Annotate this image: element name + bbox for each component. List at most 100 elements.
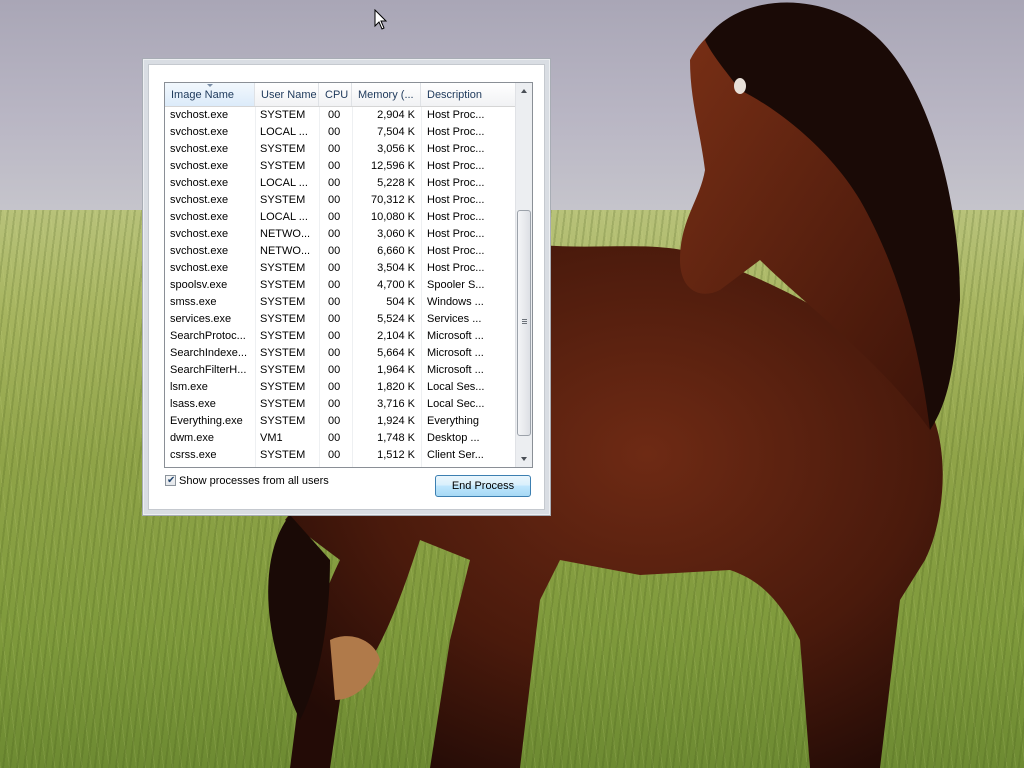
process-image-name: smss.exe [170,296,217,308]
column-header-user-name[interactable]: User Name [255,83,319,106]
process-user-name: SYSTEM [260,449,306,461]
process-image-name: lsass.exe [170,398,216,410]
process-image-name: Everything.exe [170,415,243,427]
process-description: Host Proc... [427,177,485,189]
process-row[interactable]: lsm.exe SYSTEM 00 1,820 K Local Ses... [165,379,515,396]
process-description: Local Ses... [427,381,485,393]
process-image-name: spoolsv.exe [170,279,228,291]
process-image-name: svchost.exe [170,109,229,121]
end-process-button[interactable]: End Process [435,475,531,497]
process-row[interactable]: SearchFilterH... SYSTEM 00 1,964 K Microsoft… [165,362,515,379]
process-cpu: 00 [328,194,341,206]
process-user-name: NETWO... [260,245,311,257]
grip-line [522,319,527,320]
process-image-name: svchost.exe [170,262,229,274]
process-image-name: svchost.exe [170,126,229,138]
process-row[interactable]: svchost.exe SYSTEM 00 70,312 K Host Proc... [165,192,515,209]
process-cpu: 00 [328,330,341,342]
process-row[interactable]: spoolsv.exe SYSTEM 00 4,700 K Spooler S... [165,277,515,294]
process-cpu: 00 [328,160,341,172]
process-memory: 1,964 K [377,364,415,376]
process-row[interactable]: smss.exe SYSTEM 00 504 K Windows ... [165,294,515,311]
process-row[interactable]: svchost.exe LOCAL ... 00 5,228 K Host Proc..… [165,175,515,192]
process-list[interactable]: Image Name User Name CPU Memory (... Des… [164,82,533,468]
process-description: Windows ... [427,296,484,308]
process-user-name: SYSTEM [260,160,306,172]
process-image-name: SearchProtoc... [170,330,246,342]
process-image-name: dwm.exe [170,432,215,444]
process-row[interactable]: SearchIndexe... SYSTEM 00 5,664 K Microsoft … [165,345,515,362]
process-row[interactable]: svchost.exe LOCAL ... 00 10,080 K Host Proc.… [165,209,515,226]
column-label: Memory (... [358,89,414,101]
show-all-users-checkbox[interactable]: ✔ [165,475,176,486]
process-description: Services ... [427,313,482,325]
process-memory: 5,524 K [377,313,415,325]
process-cpu: 00 [328,313,341,325]
process-image-name: svchost.exe [170,245,229,257]
process-user-name: SYSTEM [260,194,306,206]
process-cpu: 00 [328,449,341,461]
process-image-name: SearchIndexe... [170,347,248,359]
column-header-description[interactable]: Description [421,83,515,106]
process-cpu: 00 [328,415,341,427]
process-row[interactable]: svchost.exe NETWO... 00 3,060 K Host Proc... [165,226,515,243]
process-cpu: 00 [328,245,341,257]
show-all-users-label[interactable]: Show processes from all users [179,475,329,488]
column-header-memory[interactable]: Memory (... [352,83,421,106]
process-user-name: SYSTEM [260,364,306,376]
scrollbar-thumb[interactable] [517,210,531,436]
process-memory: 1,924 K [377,415,415,427]
process-user-name: SYSTEM [260,109,306,121]
process-row[interactable]: lsass.exe SYSTEM 00 3,716 K Local Sec... [165,396,515,413]
process-image-name: svchost.exe [170,211,229,223]
process-memory: 3,504 K [377,262,415,274]
scroll-down-button[interactable] [516,450,532,467]
process-memory: 5,228 K [377,177,415,189]
column-header-image-name[interactable]: Image Name [165,83,255,106]
process-row[interactable]: csrss.exe SYSTEM 00 1,512 K Client Ser... [165,447,515,464]
process-memory: 7,504 K [377,126,415,138]
process-row[interactable]: svchost.exe SYSTEM 00 3,504 K Host Proc... [165,260,515,277]
process-cpu: 00 [328,432,341,444]
column-label: User Name [261,89,317,101]
process-row[interactable]: services.exe SYSTEM 00 5,524 K Services ... [165,311,515,328]
chevron-up-icon [521,89,527,93]
grip-line [522,323,527,324]
process-image-name: svchost.exe [170,194,229,206]
grip-line [522,321,527,322]
scroll-up-button[interactable] [516,83,532,100]
process-cpu: 00 [328,143,341,155]
process-user-name: SYSTEM [260,296,306,308]
process-row[interactable]: SearchProtoc... SYSTEM 00 2,104 K Microsoft … [165,328,515,345]
process-memory: 1,748 K [377,432,415,444]
vertical-scrollbar[interactable] [515,83,532,467]
column-label: Image Name [171,89,234,101]
process-user-name: LOCAL ... [260,211,308,223]
process-description: Host Proc... [427,160,485,172]
process-description: Client Ser... [427,449,484,461]
process-row[interactable]: svchost.exe SYSTEM 00 12,596 K Host Proc... [165,158,515,175]
process-row[interactable]: dwm.exe VM1 00 1,748 K Desktop ... [165,430,515,447]
process-row[interactable]: svchost.exe NETWO... 00 6,660 K Host Proc... [165,243,515,260]
process-row[interactable]: svchost.exe LOCAL ... 00 7,504 K Host Proc..… [165,124,515,141]
process-description: Host Proc... [427,211,485,223]
process-row[interactable]: svchost.exe SYSTEM 00 3,056 K Host Proc... [165,141,515,158]
process-user-name: SYSTEM [260,143,306,155]
process-memory: 6,660 K [377,245,415,257]
process-memory: 504 K [386,296,415,308]
process-cpu: 00 [328,347,341,359]
process-memory: 1,820 K [377,381,415,393]
process-user-name: LOCAL ... [260,126,308,138]
process-user-name: SYSTEM [260,381,306,393]
process-description: Host Proc... [427,126,485,138]
column-header-cpu[interactable]: CPU [319,83,352,106]
process-row[interactable]: svchost.exe SYSTEM 00 2,904 K Host Proc... [165,107,515,124]
process-image-name: svchost.exe [170,228,229,240]
process-memory: 2,104 K [377,330,415,342]
mouse-pointer-icon [374,9,388,30]
process-cpu: 00 [328,296,341,308]
process-cpu: 00 [328,177,341,189]
process-memory: 3,056 K [377,143,415,155]
process-cpu: 00 [328,364,341,376]
process-row[interactable]: Everything.exe SYSTEM 00 1,924 K Everything [165,413,515,430]
